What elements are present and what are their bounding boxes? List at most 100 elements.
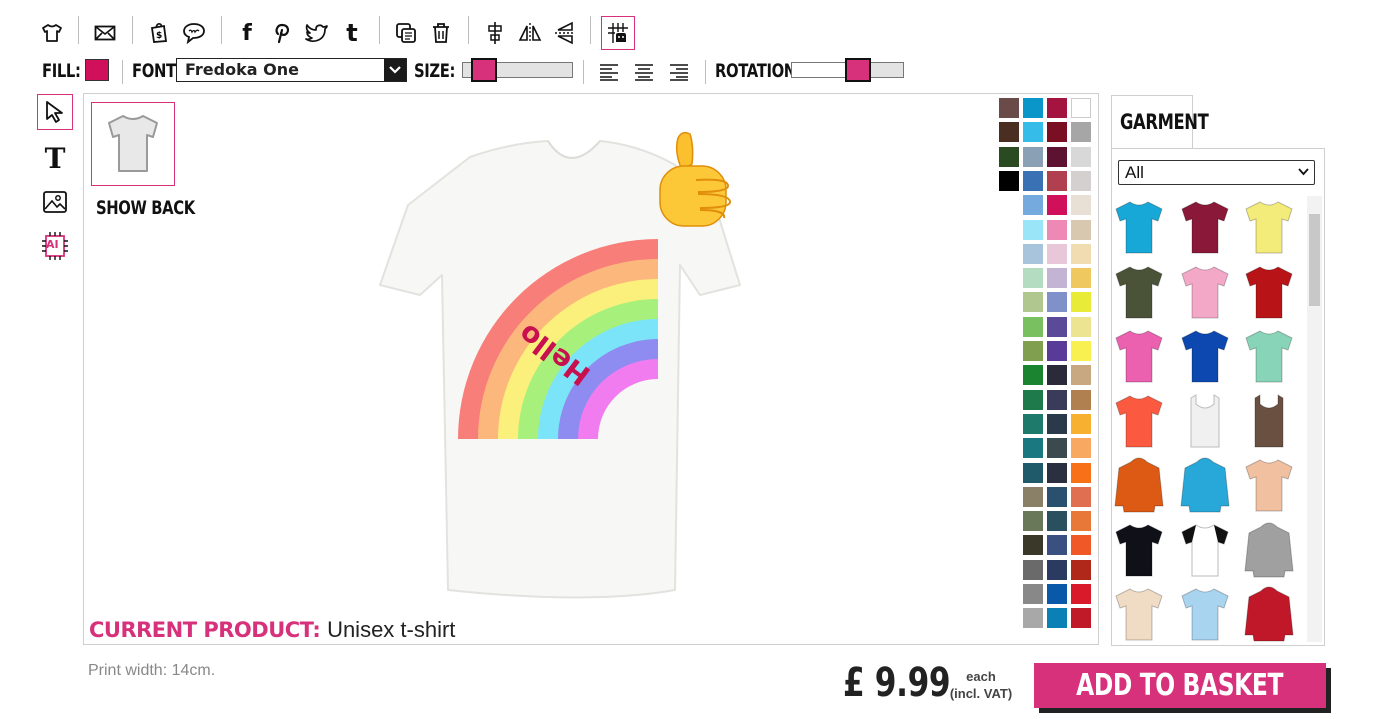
tshirt-icon[interactable] xyxy=(37,18,67,48)
grid-snap-icon[interactable] xyxy=(601,16,635,50)
color-swatch[interactable] xyxy=(1071,584,1091,604)
garment-red-tshirt[interactable] xyxy=(1243,263,1295,321)
color-swatch[interactable] xyxy=(1071,316,1091,337)
duplicate-icon[interactable] xyxy=(391,18,421,48)
color-swatch[interactable] xyxy=(1071,146,1091,167)
garment-turquoise-tshirt[interactable] xyxy=(1113,198,1165,256)
color-swatch[interactable] xyxy=(1047,535,1067,556)
garment-white-vest[interactable] xyxy=(1179,392,1231,450)
pointer-tool[interactable] xyxy=(37,94,73,130)
color-swatch[interactable] xyxy=(999,146,1019,167)
color-swatch[interactable] xyxy=(1047,122,1067,143)
align-left-icon[interactable] xyxy=(594,57,624,87)
color-swatch[interactable] xyxy=(1023,292,1043,313)
color-swatch[interactable] xyxy=(1023,462,1043,483)
color-swatch[interactable] xyxy=(1023,365,1043,386)
color-swatch[interactable] xyxy=(1047,170,1067,191)
color-swatch[interactable] xyxy=(1047,316,1067,337)
color-swatch[interactable] xyxy=(1071,608,1091,629)
color-swatch[interactable] xyxy=(1071,535,1091,556)
garment-black-tshirt[interactable] xyxy=(1113,521,1165,579)
color-swatch[interactable] xyxy=(1071,438,1091,459)
font-select[interactable]: Fredoka One xyxy=(176,58,407,82)
color-swatch[interactable] xyxy=(1071,462,1091,483)
color-swatch[interactable] xyxy=(1023,195,1043,216)
color-swatch[interactable] xyxy=(1047,195,1067,216)
ai-tool[interactable]: AI xyxy=(37,229,73,265)
trash-icon[interactable] xyxy=(426,18,456,48)
color-swatch[interactable] xyxy=(1071,243,1091,264)
garment-maroon-tshirt[interactable] xyxy=(1179,198,1231,256)
garment-scrollbar-thumb[interactable] xyxy=(1309,214,1320,306)
color-swatch[interactable] xyxy=(1023,219,1043,240)
garment-blue-hoodie[interactable] xyxy=(1179,456,1231,514)
speech-bubble-icon[interactable] xyxy=(179,18,209,48)
garment-tie-dye-tshirt[interactable] xyxy=(1243,456,1295,514)
color-swatch[interactable] xyxy=(1071,268,1091,289)
garment-filter-select[interactable]: All xyxy=(1118,160,1315,185)
garment-brown-vest[interactable] xyxy=(1243,392,1295,450)
color-swatch[interactable] xyxy=(1023,268,1043,289)
envelope-icon[interactable] xyxy=(90,18,120,48)
facebook-icon[interactable]: f xyxy=(232,18,262,48)
garment-varsity-jacket[interactable] xyxy=(1243,585,1295,643)
garment-orange-hoodie[interactable] xyxy=(1113,456,1165,514)
pinterest-icon[interactable] xyxy=(267,18,297,48)
shopping-bag-icon[interactable]: $ xyxy=(144,18,174,48)
garment-coral-tshirt[interactable] xyxy=(1113,392,1165,450)
align-right-icon[interactable] xyxy=(664,57,694,87)
garment-raglan-tshirt[interactable] xyxy=(1179,521,1231,579)
color-swatch[interactable] xyxy=(1071,170,1091,191)
color-swatch[interactable] xyxy=(1071,389,1091,410)
color-swatch[interactable] xyxy=(1047,243,1067,264)
garment-olive-tshirt[interactable] xyxy=(1113,263,1165,321)
image-tool[interactable] xyxy=(37,184,73,220)
color-swatch[interactable] xyxy=(1047,146,1067,167)
color-swatch[interactable] xyxy=(1047,292,1067,313)
garment-magenta-tshirt[interactable] xyxy=(1113,327,1165,385)
color-swatch[interactable] xyxy=(1023,98,1043,118)
rotation-slider-thumb[interactable] xyxy=(844,58,871,82)
text-tool[interactable]: T xyxy=(37,140,73,176)
color-swatch[interactable] xyxy=(1023,486,1043,507)
color-swatch[interactable] xyxy=(999,122,1019,143)
color-swatch[interactable] xyxy=(1071,98,1091,118)
color-swatch[interactable] xyxy=(1071,292,1091,313)
color-swatch[interactable] xyxy=(1023,559,1043,580)
color-swatch[interactable] xyxy=(999,98,1019,118)
size-slider-thumb[interactable] xyxy=(470,58,497,82)
color-swatch[interactable] xyxy=(1071,122,1091,143)
color-swatch[interactable] xyxy=(1023,389,1043,410)
garment-yellow-tshirt[interactable] xyxy=(1243,198,1295,256)
color-swatch[interactable] xyxy=(1023,122,1043,143)
color-swatch[interactable] xyxy=(1071,559,1091,580)
color-swatch[interactable] xyxy=(1023,438,1043,459)
color-swatch[interactable] xyxy=(1071,219,1091,240)
color-swatch[interactable] xyxy=(1023,584,1043,604)
color-swatch[interactable] xyxy=(1071,365,1091,386)
color-swatch[interactable] xyxy=(1047,584,1067,604)
color-swatch[interactable] xyxy=(1047,365,1067,386)
color-swatch[interactable] xyxy=(1047,413,1067,434)
flip-vertical-icon[interactable] xyxy=(550,18,580,48)
color-swatch[interactable] xyxy=(1023,316,1043,337)
garment-grey-hoodie[interactable] xyxy=(1243,521,1295,579)
color-swatch[interactable] xyxy=(1023,413,1043,434)
color-swatch[interactable] xyxy=(1071,486,1091,507)
color-swatch[interactable] xyxy=(1047,98,1067,118)
color-swatch[interactable] xyxy=(1047,608,1067,629)
color-swatch[interactable] xyxy=(1023,535,1043,556)
color-swatch[interactable] xyxy=(1047,438,1067,459)
color-swatch[interactable] xyxy=(1023,170,1043,191)
color-swatch[interactable] xyxy=(1071,341,1091,361)
color-swatch[interactable] xyxy=(1047,219,1067,240)
garment-light-blue-tshirt[interactable] xyxy=(1179,585,1231,643)
color-swatch[interactable] xyxy=(1047,559,1067,580)
color-swatch[interactable] xyxy=(1047,341,1067,361)
color-swatch[interactable] xyxy=(1047,462,1067,483)
color-swatch[interactable] xyxy=(1047,389,1067,410)
garment-pink-tshirt[interactable] xyxy=(1179,263,1231,321)
flip-horizontal-icon[interactable] xyxy=(515,18,545,48)
show-back-thumbnail[interactable] xyxy=(91,102,175,186)
garment-mint-tshirt[interactable] xyxy=(1243,327,1295,385)
